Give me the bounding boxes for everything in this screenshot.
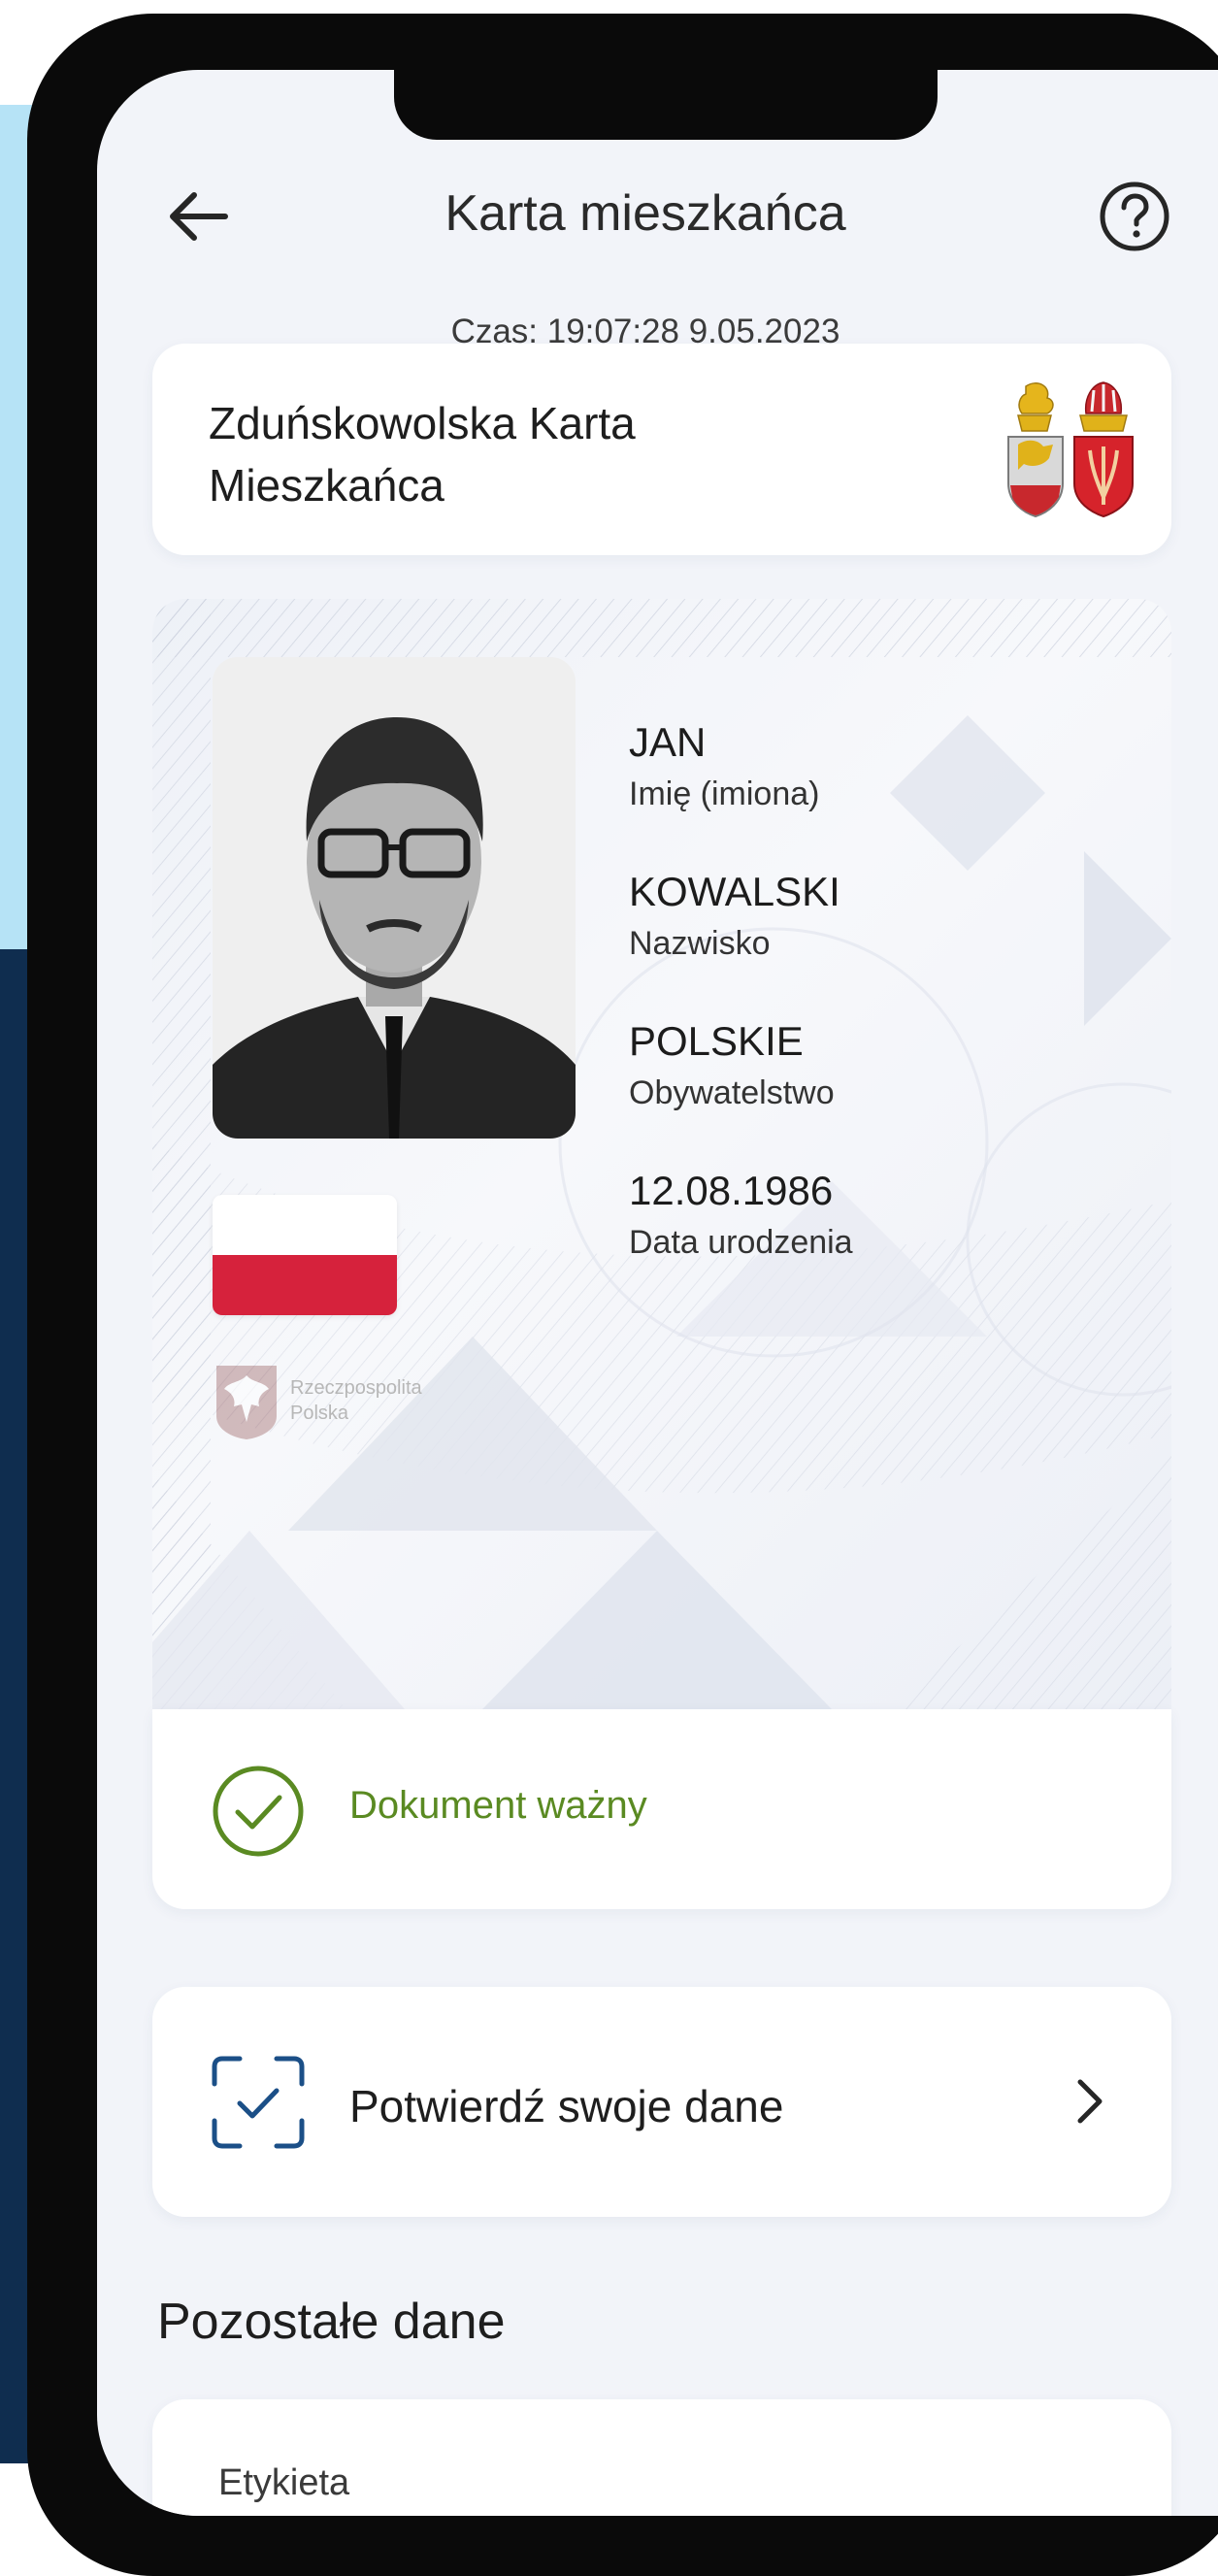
phone-notch <box>394 70 938 140</box>
page-title: Karta mieszkańca <box>444 185 846 242</box>
chevron-right-icon <box>1077 2079 1103 2124</box>
last-name-label: Nazwisko <box>629 925 771 962</box>
city-coat-of-arms-icon <box>1007 381 1134 518</box>
app-screen: Karta mieszkańca Czas: 19:07:28 9.05.202… <box>97 70 1218 2516</box>
phone-frame: Karta mieszkańca Czas: 19:07:28 9.05.202… <box>27 14 1218 2576</box>
person-portrait-icon <box>213 657 576 1139</box>
status-text: Dokument ważny <box>349 1784 647 1827</box>
scan-check-icon <box>212 2056 305 2149</box>
other-data-card: Etykieta <box>152 2399 1171 2516</box>
first-name-value: JAN <box>629 719 707 765</box>
document-status: Dokument ważny <box>152 1709 1171 1909</box>
emblem-text-line2: Polska <box>290 1403 349 1424</box>
emblem-text: Rzeczpospolita Polska <box>290 1375 445 1426</box>
polish-eagle-icon <box>216 1366 277 1439</box>
card-title: Zduńskowolska Karta Mieszkańca <box>209 398 636 511</box>
birth-date-value: 12.08.1986 <box>629 1168 834 1213</box>
emblem-text-line1: Rzeczpospolita <box>290 1377 422 1399</box>
citizenship-label: Obywatelstwo <box>629 1074 835 1111</box>
help-button[interactable] <box>1097 179 1172 254</box>
check-circle-icon <box>213 1766 304 1857</box>
confirm-data-label: Potwierdź swoje dane <box>349 2081 784 2131</box>
portrait-photo <box>213 657 576 1139</box>
birth-date-label: Data urodzenia <box>629 1224 853 1261</box>
question-circle-icon <box>1100 182 1169 251</box>
card-header: Zduńskowolska Karta Mieszkańca <box>152 344 1171 555</box>
other-data-label: Etykieta <box>218 2462 350 2503</box>
poland-flag <box>213 1195 397 1315</box>
citizenship-value: POLSKIE <box>629 1018 804 1064</box>
last-name-value: KOWALSKI <box>629 869 840 914</box>
other-data-title: Pozostałe dane <box>157 2294 506 2350</box>
first-name-label: Imię (imiona) <box>629 776 820 812</box>
confirm-data-button[interactable]: Potwierdź swoje dane <box>152 1987 1171 2217</box>
id-document: Rzeczpospolita Polska JAN Imię (imiona) … <box>152 599 1171 1709</box>
